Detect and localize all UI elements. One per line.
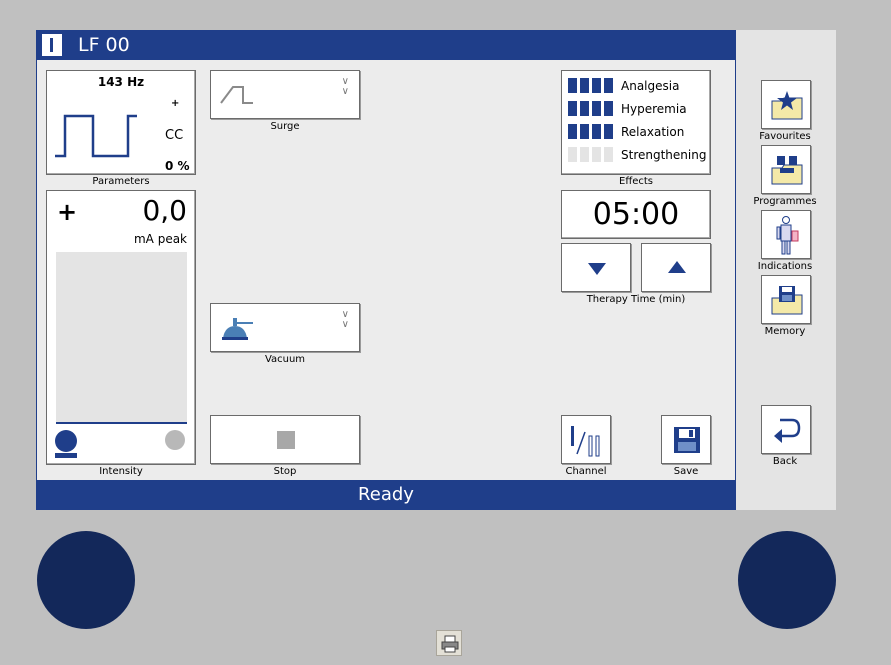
intensity-bar-area[interactable] — [56, 252, 187, 422]
chevron-down-icon: ∨ ∨ — [341, 309, 349, 330]
program-title: LF 00 — [78, 34, 130, 56]
effect-row: Analgesia — [568, 77, 708, 95]
title-bar — [36, 30, 736, 60]
mode-label: CC — [165, 128, 184, 143]
body-figure-icon — [776, 216, 799, 255]
stop-button[interactable] — [210, 415, 360, 464]
back-caption: Back — [772, 456, 798, 467]
effect-label: Hyperemia — [621, 102, 687, 116]
intensity-unit: mA peak — [133, 232, 187, 246]
therapy-time-caption: Therapy Time (min) — [586, 294, 686, 305]
effect-row: Relaxation — [568, 123, 708, 141]
intensity-panel[interactable]: + 0,0 mA peak — [46, 190, 196, 465]
save-caption: Save — [673, 466, 699, 477]
effect-label: Relaxation — [621, 125, 685, 139]
indications-caption: Indications — [757, 261, 813, 272]
therapy-time-value: 05:00 — [592, 197, 680, 232]
intensity-caption: Intensity — [99, 466, 143, 477]
active-electrode-base — [55, 453, 77, 458]
channel-caption: Channel — [565, 466, 607, 477]
surge-ramp-icon — [220, 86, 253, 104]
effect-level-segment — [580, 78, 589, 93]
effect-level-segment — [580, 124, 589, 139]
effect-level-segment — [604, 124, 613, 139]
arrow-down-icon — [588, 263, 606, 275]
active-electrode-icon — [55, 430, 77, 452]
effect-level-segment — [580, 101, 589, 116]
percent-label: 0 % — [165, 159, 190, 173]
save-button[interactable] — [661, 415, 711, 464]
floppy-disk-icon — [674, 427, 700, 453]
surge-caption: Surge — [270, 121, 300, 132]
effect-level-segment — [604, 101, 613, 116]
favourites-button[interactable] — [761, 80, 811, 129]
programmes-button[interactable] — [761, 145, 811, 194]
intensity-value: 0,0 — [142, 194, 187, 227]
effect-level-segment — [568, 78, 577, 93]
effect-level-segment — [604, 147, 613, 162]
effect-row: Strengthening — [568, 146, 708, 164]
vacuum-caption: Vacuum — [264, 354, 306, 365]
effect-level-segment — [592, 78, 601, 93]
intensity-sign: + — [57, 198, 78, 226]
therapy-time-display: 05:00 — [561, 190, 711, 239]
parameters-panel[interactable]: 143 Hz + CC 0 % — [46, 70, 196, 175]
vacuum-cup-icon — [222, 318, 253, 340]
programmes-folder-icon — [771, 156, 803, 185]
channel-switch-icon — [571, 426, 600, 457]
effect-level-segment — [592, 147, 601, 162]
memory-folder-icon — [771, 286, 803, 315]
back-arrow-icon — [774, 418, 801, 443]
indications-button[interactable] — [761, 210, 811, 259]
frequency-label: 143 Hz — [97, 75, 145, 89]
channel-button[interactable] — [561, 415, 611, 464]
vacuum-selector[interactable]: ∨ ∨ — [210, 303, 360, 352]
memory-caption: Memory — [764, 326, 806, 337]
effect-label: Strengthening — [621, 148, 707, 162]
status-bar: Ready — [36, 480, 736, 510]
effect-label: Analgesia — [621, 79, 680, 93]
effect-row: Hyperemia — [568, 100, 708, 118]
effects-caption: Effects — [619, 176, 653, 187]
time-increase-button[interactable] — [641, 243, 711, 292]
effect-level-segment — [592, 101, 601, 116]
surge-selector[interactable]: ∨ ∨ — [210, 70, 360, 119]
effect-level-segment — [604, 78, 613, 93]
chevron-down-icon: ∨ ∨ — [341, 76, 349, 97]
left-control-knob[interactable] — [37, 531, 135, 629]
effect-level-segment — [568, 124, 577, 139]
back-button[interactable] — [761, 405, 811, 454]
stop-caption: Stop — [273, 466, 297, 477]
effects-panel: Analgesia Hyperemia Relaxation Strengthenin… — [561, 70, 711, 175]
memory-button[interactable] — [761, 275, 811, 324]
favourites-caption: Favourites — [759, 131, 811, 142]
arrow-up-icon — [668, 261, 686, 273]
effect-level-segment — [568, 101, 577, 116]
parameters-caption: Parameters — [92, 176, 150, 187]
intensity-bar-level — [56, 422, 187, 424]
stop-icon — [277, 431, 295, 449]
right-control-knob[interactable] — [738, 531, 836, 629]
effect-level-segment — [580, 147, 589, 162]
print-button[interactable] — [436, 630, 462, 656]
channel-indicator-icon — [42, 34, 62, 56]
effect-level-segment — [568, 147, 577, 162]
polarity-label: + — [171, 98, 180, 109]
programmes-caption: Programmes — [753, 196, 817, 207]
inactive-electrode-icon — [165, 430, 185, 450]
effect-level-segment — [592, 124, 601, 139]
favourites-folder-icon — [771, 91, 803, 120]
waveform-icon — [55, 114, 137, 158]
printer-icon — [441, 635, 459, 653]
time-decrease-button[interactable] — [561, 243, 631, 292]
